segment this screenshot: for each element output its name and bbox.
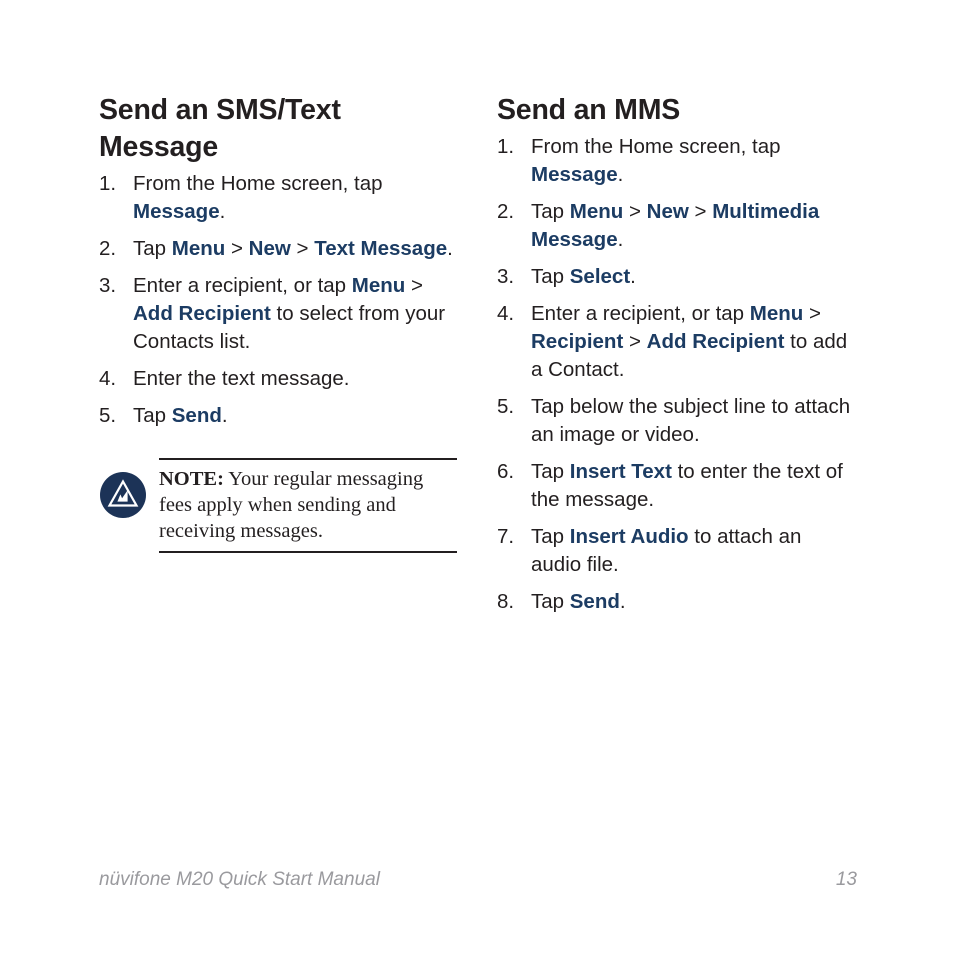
right-column: Send an MMS 1. From the Home screen, tap … [497,92,857,616]
list-item-text: . [219,200,226,223]
page-footer: nüvifone M20 Quick Start Manual 13 [99,868,857,892]
ui-term: Insert Text [569,460,672,483]
ui-term: New [646,200,689,223]
list-item-text: Tap [133,404,172,427]
list-item: 3. Enter a recipient, or tap Menu > Add R… [99,272,459,356]
ui-term: Menu [749,302,804,325]
list-item-text: Enter the text message. [133,367,350,390]
list-item-text: Tap [531,590,570,613]
list-item-text: > [688,200,713,223]
garmin-triangle-logo-icon [100,472,146,518]
list-item-text: Enter a recipient, or tap [531,302,750,325]
ui-term: Add Recipient [646,330,785,353]
list-item: 6. Tap Insert Text to enter the text of t… [497,458,857,514]
footer-page-number: 13 [835,869,857,890]
list-item-number: 4. [99,367,117,390]
list-item-number: 3. [99,274,117,297]
list-item-text: From the Home screen, tap [531,135,781,158]
ui-term: Add Recipient [133,302,271,325]
footer-manual-title: nüvifone M20 Quick Start Manual [99,869,380,890]
ui-term: Menu [351,274,406,297]
list-item-text: > [623,200,647,223]
list-item-text: Tap [531,460,570,483]
list-item-text: . [221,404,228,427]
ui-term: Text Message [314,237,448,260]
list-item-text: Tap [531,200,570,223]
ui-term: Insert Audio [569,525,689,548]
list-item-text: Tap below the subject line to attach an … [531,395,851,446]
ui-term: Recipient [531,330,624,353]
ui-term: Menu [569,200,624,223]
list-item: 4. Enter the text message. [99,365,459,393]
list-item-text: > [290,237,315,260]
list-item: 5. Tap below the subject line to attach a… [497,393,857,449]
list-item: 1. From the Home screen, tap Message. [99,170,459,226]
ui-term: Message [133,200,220,223]
page-title-mms: Send an MMS [497,94,681,126]
list-item-text: > [623,330,647,353]
list-item-number: 4. [497,302,515,325]
list-item-number: 5. [99,404,117,427]
note-body: NOTE: Your regular messaging fees apply … [159,458,457,553]
list-item-text: > [405,274,423,297]
list-item-text: > [803,302,821,325]
ui-term: Message [531,163,618,186]
list-item: 3. Tap Select. [497,263,857,291]
ui-term: Select [569,265,631,288]
ui-term: Menu [171,237,226,260]
ui-term: Send [569,590,620,613]
list-item-number: 7. [497,525,515,548]
list-item-text: From the Home screen, tap [133,172,383,195]
list-item-text: Tap [133,237,172,260]
list-item-number: 1. [497,135,515,158]
list-item-text: Enter a recipient, or tap [133,274,352,297]
list-item: 7. Tap Insert Audio to attach an audio fi… [497,523,857,579]
list-item-text: . [619,590,626,613]
list-item: 2. Tap Menu > New > Text Message. [99,235,459,263]
list-item-number: 5. [497,395,515,418]
left-column: Send an SMS/Text Message 1. From the Home… [99,92,459,430]
list-item-text: > [225,237,249,260]
list-item-text: Tap [531,525,570,548]
list-item: 1. From the Home screen, tap Message. [497,133,857,189]
list-item-number: 6. [497,460,515,483]
ui-term: New [248,237,291,260]
page-title-sms: Send an SMS/Text Message [99,94,341,163]
note-callout: NOTE: Your regular messaging fees apply … [99,458,457,553]
list-item: 5. Tap Send. [99,402,459,430]
list-item-text: . [617,163,624,186]
list-item-text: . [630,265,636,288]
list-item-number: 3. [497,265,515,288]
list-item: 2. Tap Menu > New > Multimedia Message. [497,198,857,254]
mms-step-list: 1. From the Home screen, tap Message. 2. Ta… [497,133,857,616]
list-item-text: . [617,228,624,251]
list-item-number: 8. [497,590,515,613]
list-item-text: Tap [531,265,570,288]
note-label: NOTE: [159,468,224,490]
list-item-number: 1. [99,172,117,195]
manual-page: Send an SMS/Text Message 1. From the Home… [0,0,954,954]
list-item: 8. Tap Send. [497,588,857,616]
note-text: NOTE: Your regular messaging fees apply … [159,466,457,544]
list-item-text: . [447,237,453,260]
sms-step-list: 1. From the Home screen, tap Message. 2. Ta… [99,170,459,430]
ui-term: Send [171,404,222,427]
list-item-number: 2. [99,237,117,260]
list-item: 4. Enter a recipient, or tap Menu > Recip… [497,300,857,384]
list-item-number: 2. [497,200,515,223]
